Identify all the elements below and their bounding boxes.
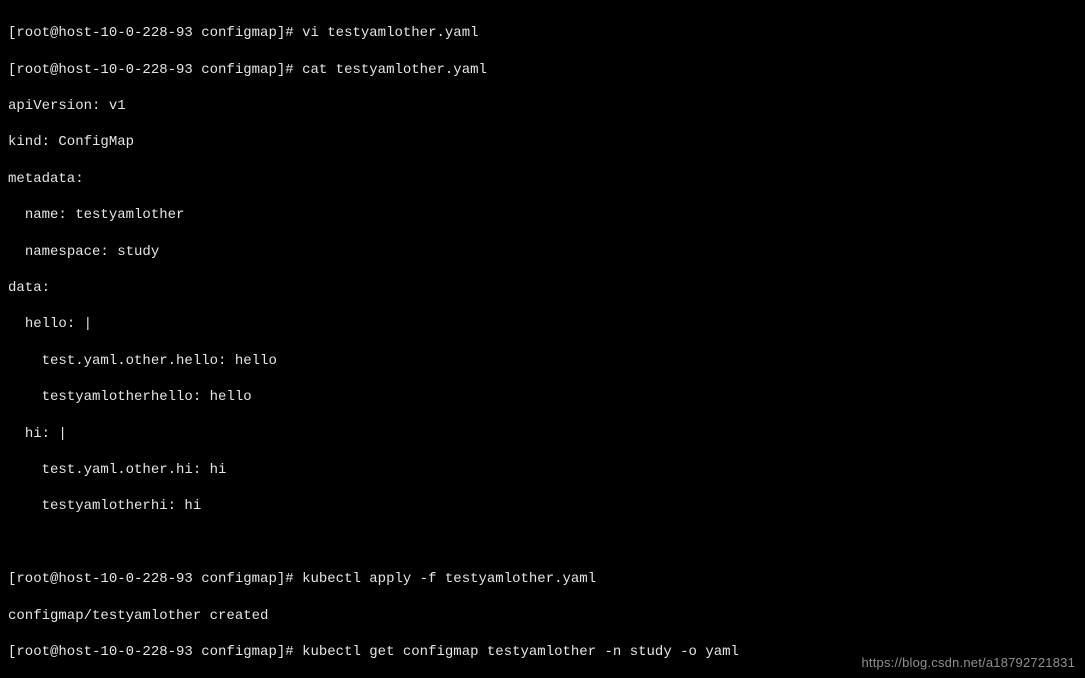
prompt: [root@host-10-0-228-93 configmap]# <box>8 644 302 660</box>
blank-line <box>8 534 1077 552</box>
prompt: [root@host-10-0-228-93 configmap]# <box>8 25 302 41</box>
terminal[interactable]: [root@host-10-0-228-93 configmap]# vi te… <box>0 0 1085 678</box>
command-cat: cat testyamlother.yaml <box>302 62 487 78</box>
cat-output-line: apiVersion: v1 <box>8 97 1077 115</box>
watermark: https://blog.csdn.net/a18792721831 <box>861 654 1075 672</box>
apply-output-line: configmap/testyamlother created <box>8 607 1077 625</box>
cat-output-line: test.yaml.other.hello: hello <box>8 352 1077 370</box>
cat-output-line: kind: ConfigMap <box>8 133 1077 151</box>
command-get: kubectl get configmap testyamlother -n s… <box>302 644 739 660</box>
cat-output-line: testyamlotherhello: hello <box>8 388 1077 406</box>
command-vi: vi testyamlother.yaml <box>302 25 478 41</box>
cat-output-line: hi: | <box>8 425 1077 443</box>
cat-output-line: testyamlotherhi: hi <box>8 497 1077 515</box>
cmd-line-vi: [root@host-10-0-228-93 configmap]# vi te… <box>8 24 1077 42</box>
cat-output-line: metadata: <box>8 170 1077 188</box>
cat-output-line: test.yaml.other.hi: hi <box>8 461 1077 479</box>
command-apply: kubectl apply -f testyamlother.yaml <box>302 571 596 587</box>
cat-output-line: hello: | <box>8 315 1077 333</box>
cat-output-line: data: <box>8 279 1077 297</box>
cat-output-line: name: testyamlother <box>8 206 1077 224</box>
prompt: [root@host-10-0-228-93 configmap]# <box>8 571 302 587</box>
cmd-line-cat: [root@host-10-0-228-93 configmap]# cat t… <box>8 61 1077 79</box>
prompt: [root@host-10-0-228-93 configmap]# <box>8 62 302 78</box>
cmd-line-apply: [root@host-10-0-228-93 configmap]# kubec… <box>8 570 1077 588</box>
cat-output-line: namespace: study <box>8 243 1077 261</box>
